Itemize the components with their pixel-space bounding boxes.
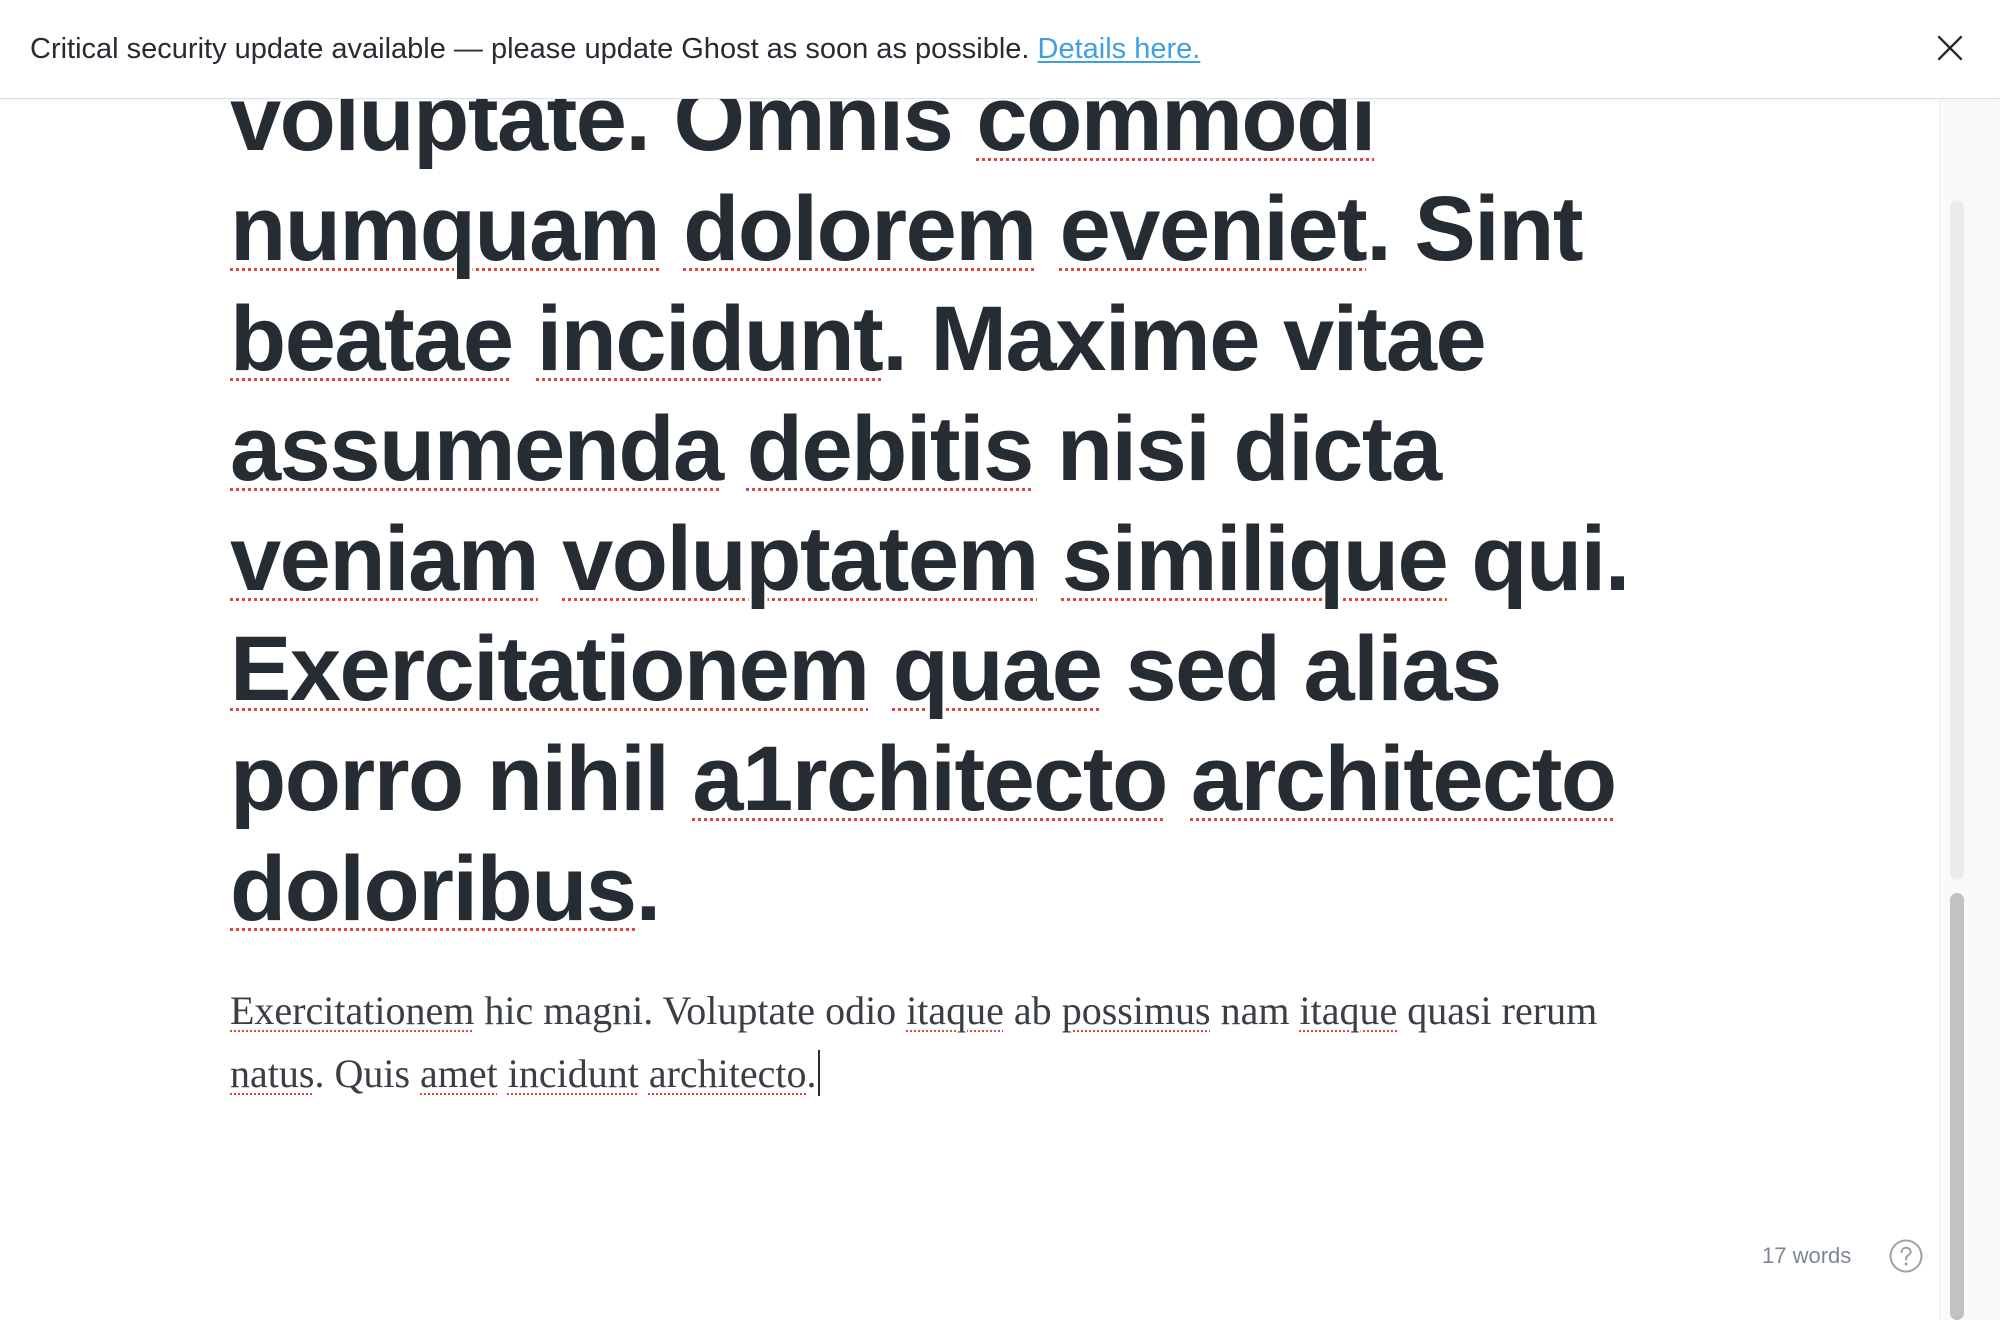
editor-scrollbar-track[interactable]	[1939, 99, 2000, 1320]
word-count: 17 words	[1762, 1243, 1852, 1268]
scrollbar-track-overlay	[1950, 200, 1964, 880]
title-word: quae	[892, 618, 1103, 720]
title-word: nisi	[1056, 398, 1211, 500]
title-punctuation: .	[635, 838, 662, 940]
body-punctuation: .	[806, 1051, 817, 1096]
body-word: Exercitationem	[230, 988, 475, 1033]
title-word: beatae	[230, 288, 514, 390]
title-word: a1rchitecto	[692, 728, 1168, 830]
body-word: itaque	[1299, 988, 1398, 1033]
post-editor[interactable]: voluptate. Omnis commodi numquam dolorem…	[0, 99, 1939, 1320]
details-link[interactable]: Details here.	[1038, 33, 1201, 65]
close-icon	[1937, 35, 1963, 61]
title-punctuation: .	[882, 288, 908, 390]
close-notice-button[interactable]	[1934, 32, 1966, 64]
title-word: dolorem	[683, 178, 1037, 280]
body-word: odio	[825, 988, 897, 1033]
title-word: Exercitationem	[230, 618, 870, 720]
title-word: veniam	[230, 508, 540, 610]
body-word: incidunt	[507, 1051, 639, 1096]
title-word: Sint	[1414, 178, 1583, 280]
title-word: voluptatem	[562, 508, 1039, 610]
body-word: nam	[1220, 988, 1290, 1033]
security-notice-bar: Critical security update available — ple…	[0, 0, 2000, 99]
body-word: possimus	[1061, 988, 1211, 1033]
body-word: Quis	[334, 1051, 411, 1096]
body-word: magni.	[543, 988, 654, 1033]
title-word: dicta	[1233, 398, 1442, 500]
body-word: Voluptate	[662, 988, 816, 1033]
title-word: vitae	[1282, 288, 1487, 390]
title-word: alias	[1303, 618, 1503, 720]
title-word: doloribus	[230, 838, 637, 940]
title-word: porro	[230, 728, 464, 830]
body-word: quasi	[1407, 988, 1492, 1033]
title-word: incidunt	[536, 288, 884, 390]
body-word: rerum	[1501, 988, 1598, 1033]
body-word: natus	[230, 1051, 315, 1096]
title-punctuation: .	[1366, 178, 1392, 280]
text-cursor	[817, 1050, 820, 1096]
post-title[interactable]: voluptate. Omnis commodi numquam dolorem…	[230, 99, 1680, 944]
body-word: architecto	[648, 1051, 807, 1096]
title-word: commodi	[976, 99, 1376, 170]
body-word: amet	[420, 1051, 498, 1096]
title-word: assumenda	[230, 398, 724, 500]
title-word: eveniet	[1059, 178, 1368, 280]
title-word: debitis	[746, 398, 1034, 500]
help-circle-icon	[1889, 1239, 1923, 1273]
body-punctuation: .	[314, 1051, 325, 1096]
post-body-paragraph[interactable]: Exercitationem hic magni. Voluptate odio…	[230, 979, 1670, 1105]
title-word: qui.	[1471, 508, 1630, 610]
body-word: itaque	[906, 988, 1004, 1033]
body-word: ab	[1013, 988, 1052, 1033]
title-word: architecto	[1190, 728, 1617, 830]
editor-scrollbar-thumb[interactable]	[1950, 893, 1964, 1320]
security-notice-message: Critical security update available — ple…	[30, 33, 1038, 65]
title-word: sed	[1125, 618, 1281, 720]
title-word: similique	[1061, 508, 1449, 610]
security-notice-text: Critical security update available — ple…	[30, 30, 1200, 68]
title-word: Omnis	[673, 99, 954, 170]
title-word: Maxime	[930, 288, 1260, 390]
title-word: numquam	[230, 178, 661, 280]
title-word: voluptate.	[230, 99, 651, 170]
help-button[interactable]	[1888, 1238, 1924, 1274]
title-word: nihil	[486, 728, 670, 830]
body-word: hic	[484, 988, 534, 1033]
